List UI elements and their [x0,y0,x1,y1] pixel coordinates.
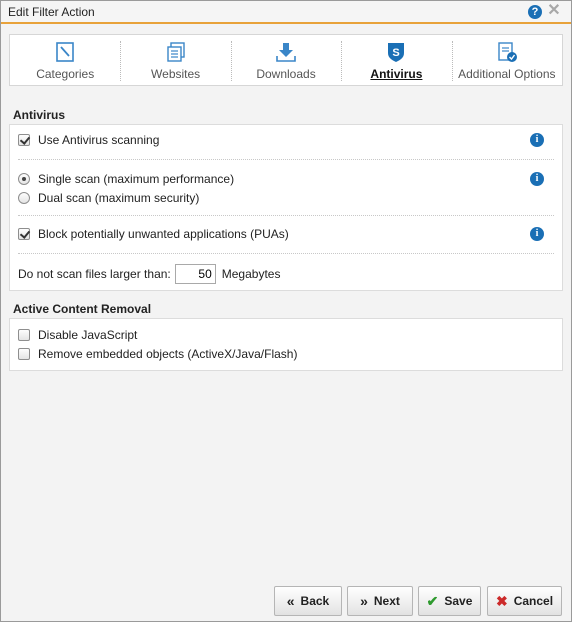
antivirus-panel: Use Antivirus scanning i Single scan (ma… [9,124,563,291]
categories-icon [56,42,75,62]
tab-categories[interactable]: Categories [10,35,120,85]
close-icon[interactable]: ✕ [546,3,562,19]
svg-text:S: S [393,47,400,59]
divider [18,253,554,254]
save-button[interactable]: ✔ Save [418,586,481,616]
downloads-icon [276,43,296,62]
next-button[interactable]: » Next [347,586,413,616]
max-size-input[interactable] [174,264,216,284]
back-button[interactable]: « Back [274,586,342,616]
dialog-titlebar: Edit Filter Action ? ✕ [1,1,571,24]
tab-bar: Categories Websites Downloads S Antiviru… [9,34,563,86]
info-icon[interactable]: i [530,172,544,186]
tab-label: Additional Options [458,67,556,81]
use-antivirus-label[interactable]: Use Antivirus scanning [38,133,159,147]
info-icon[interactable]: i [530,227,544,241]
websites-icon [166,42,185,62]
block-pua-checkbox[interactable] [18,228,30,240]
save-label: Save [444,594,473,608]
next-label: Next [373,594,400,608]
tab-antivirus[interactable]: S Antivirus [341,35,451,85]
tab-additional-options[interactable]: Additional Options [451,35,562,85]
remove-embedded-label[interactable]: Remove embedded objects (ActiveX/Java/Fl… [38,347,297,361]
disable-js-row: Disable JavaScript [18,325,554,345]
dual-scan-row: Dual scan (maximum security) [18,188,554,208]
dual-scan-radio[interactable] [18,192,30,204]
tab-downloads[interactable]: Downloads [230,35,341,85]
back-label: Back [300,594,330,608]
cancel-button[interactable]: ✖ Cancel [487,586,562,616]
active-content-panel: Disable JavaScript Remove embedded objec… [9,318,563,371]
edit-filter-action-dialog: Edit Filter Action ? ✕ Categories Websit… [0,0,572,622]
max-size-row: Do not scan files larger than: Megabytes [18,263,554,285]
dialog-title: Edit Filter Action [8,5,95,19]
double-chevron-right-icon: » [360,593,368,609]
checkmark-icon: ✔ [426,592,439,609]
disable-js-label[interactable]: Disable JavaScript [38,328,137,342]
active-content-section-title: Active Content Removal [13,302,152,316]
cancel-label: Cancel [513,594,554,608]
tab-label: Downloads [256,67,316,81]
block-pua-row: Block potentially unwanted applications … [18,224,554,244]
use-antivirus-checkbox[interactable] [18,134,30,146]
divider [18,159,554,160]
remove-embedded-row: Remove embedded objects (ActiveX/Java/Fl… [18,344,554,364]
use-antivirus-row: Use Antivirus scanning i [18,130,554,150]
additional-options-icon [498,42,517,62]
double-chevron-left-icon: « [286,593,295,609]
dialog-footer: « Back » Next ✔ Save ✖ Cancel [1,583,571,621]
single-scan-label[interactable]: Single scan (maximum performance) [38,172,234,186]
divider [18,215,554,216]
tab-label: Websites [151,67,201,81]
tab-label: Antivirus [370,67,423,81]
dual-scan-label[interactable]: Dual scan (maximum security) [38,191,199,205]
cross-icon: ✖ [495,592,508,609]
tab-label: Categories [36,67,95,81]
antivirus-shield-icon: S [388,43,405,62]
tab-websites[interactable]: Websites [120,35,230,85]
max-size-unit: Megabytes [221,267,281,281]
info-icon[interactable]: i [530,133,544,147]
disable-js-checkbox[interactable] [18,329,30,341]
single-scan-radio[interactable] [18,173,30,185]
block-pua-label[interactable]: Block potentially unwanted applications … [38,227,289,241]
single-scan-row: Single scan (maximum performance) i [18,169,554,189]
antivirus-section-title: Antivirus [13,108,66,122]
remove-embedded-checkbox[interactable] [18,348,30,360]
help-icon[interactable]: ? [528,5,542,19]
max-size-label: Do not scan files larger than: [18,267,171,281]
